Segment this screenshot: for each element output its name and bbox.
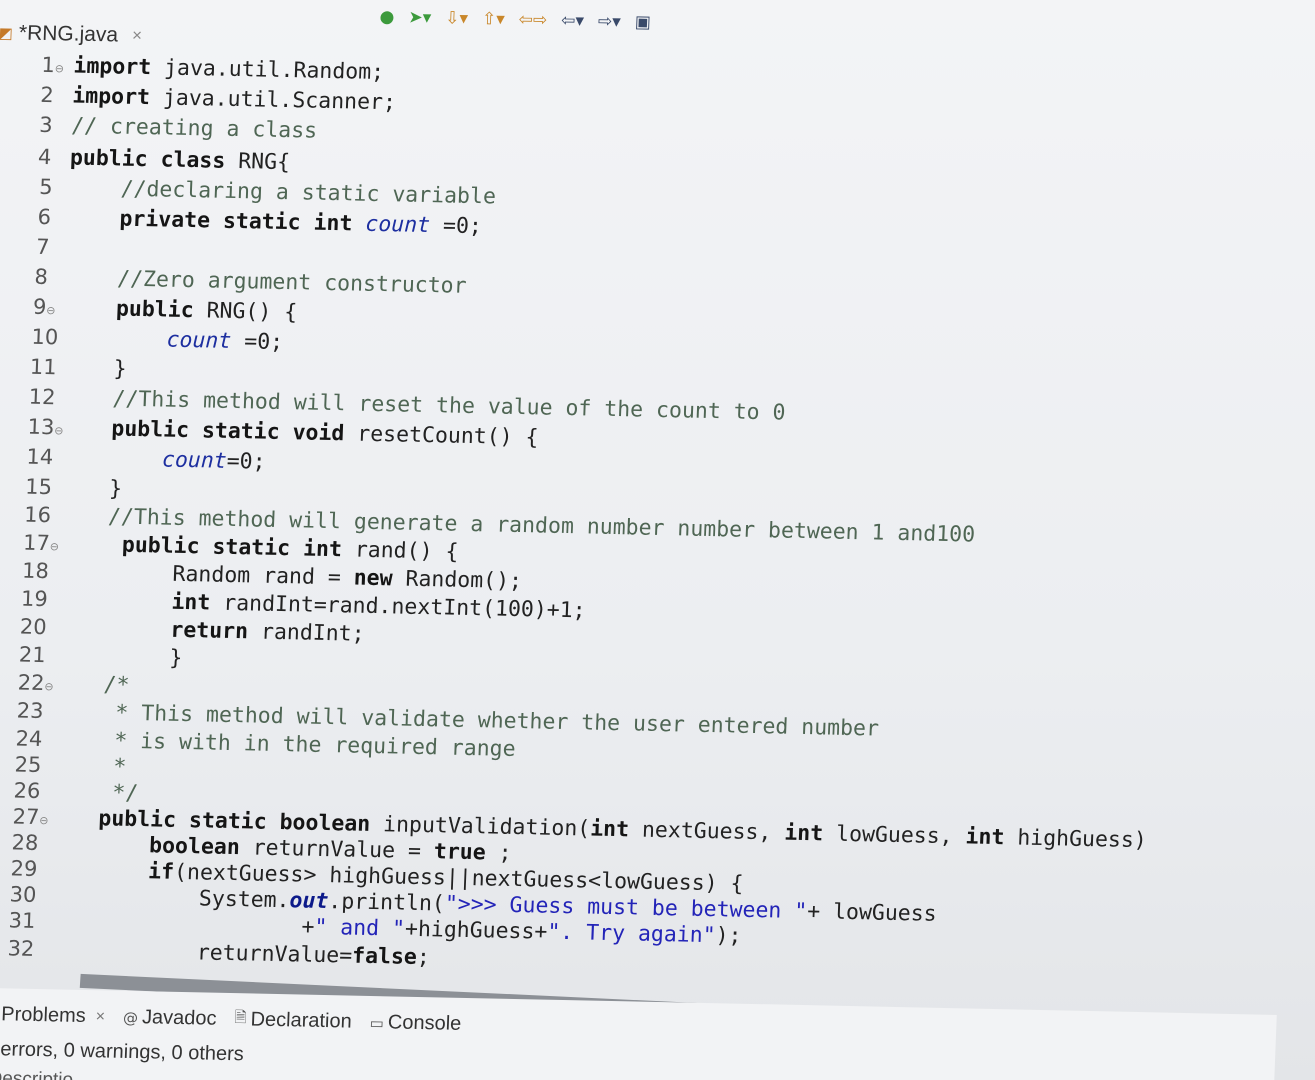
- code-text: //declaring a static variable: [68, 175, 497, 210]
- code-text: import java.util.Scanner;: [71, 83, 397, 116]
- back-icon[interactable]: ⇦▾: [561, 11, 585, 31]
- fold-marker-icon[interactable]: ⊖: [55, 62, 65, 75]
- run-icon[interactable]: ●: [379, 7, 395, 27]
- editor-tab-close-icon[interactable]: ×: [132, 26, 143, 46]
- toolbar: ● ➤▾ ⇩▾ ⇧▾ ⇦⇨ ⇦▾ ⇨▾ ▣: [379, 4, 651, 36]
- code-text: *: [48, 753, 127, 780]
- description-column-header[interactable]: Descriptio: [0, 1068, 73, 1080]
- code-text: private static int count =0;: [118, 206, 483, 240]
- external-tools-icon[interactable]: ➤▾: [408, 8, 432, 28]
- tab-console[interactable]: ▭ Console: [369, 1011, 461, 1036]
- code-text: }: [61, 355, 128, 382]
- tab-console-label: Console: [387, 1011, 462, 1035]
- tab-javadoc[interactable]: @ Javadoc: [123, 1006, 217, 1031]
- problems-summary: 5 errors, 0 warnings, 0 others: [0, 1037, 245, 1066]
- code-text: count=0;: [161, 447, 267, 475]
- tab-declaration[interactable]: 🗎 Declaration: [234, 1007, 352, 1034]
- ide-content: ● ➤▾ ⇩▾ ⇧▾ ⇦⇨ ⇦▾ ⇨▾ ▣ ◩ *RNG.java × 1⊖ im…: [0, 0, 1315, 1080]
- console-icon: ▭: [369, 1013, 385, 1032]
- editor-tab[interactable]: ◩ *RNG.java ×: [0, 18, 143, 51]
- code-text: count =0;: [166, 327, 284, 355]
- code-text: }: [56, 475, 123, 502]
- code-text: /*: [51, 671, 130, 698]
- panel-tab-bar: ▤ Problems × @ Javadoc 🗎 Declaration ▭ C…: [0, 1002, 462, 1037]
- tab-javadoc-label: Javadoc: [141, 1006, 217, 1030]
- java-file-icon: ◩: [0, 23, 14, 43]
- line-number: 7: [35, 234, 50, 260]
- code-text: }: [52, 643, 183, 671]
- code-text: import java.util.Random;: [73, 53, 385, 86]
- code-text: //Zero argument constructor: [64, 265, 468, 299]
- tab-problems-label: Problems: [0, 1003, 87, 1028]
- code-text: returnValue=false;: [41, 937, 431, 971]
- code-text: return randInt;: [169, 617, 366, 647]
- code-text: public class RNG{: [69, 145, 291, 176]
- code-text: public RNG() {: [115, 296, 298, 326]
- tab-problems-close-icon[interactable]: ×: [95, 1008, 105, 1026]
- javadoc-icon: @: [122, 1008, 139, 1027]
- code-text: // creating a class: [70, 113, 318, 144]
- declaration-icon: 🗎: [234, 1008, 248, 1027]
- previous-annotation-icon[interactable]: ⇧▾: [482, 9, 506, 29]
- code-text: */: [47, 779, 139, 807]
- code-editor[interactable]: 1⊖ import java.util.Random; 2 import java.u…: [0, 52, 1315, 1009]
- code-text: public static void resetCount() {: [110, 416, 539, 451]
- last-edit-icon[interactable]: ⇦⇨: [518, 10, 547, 31]
- editor-tab-title: *RNG.java: [18, 21, 119, 47]
- pin-editor-icon[interactable]: ▣: [634, 12, 651, 32]
- next-annotation-icon[interactable]: ⇩▾: [445, 8, 469, 28]
- tab-declaration-label: Declaration: [250, 1008, 353, 1033]
- tab-problems[interactable]: ▤ Problems ×: [0, 1003, 106, 1029]
- ide-window: ● ➤▾ ⇩▾ ⇧▾ ⇦⇨ ⇦▾ ⇨▾ ▣ ◩ *RNG.java × 1⊖ im…: [0, 0, 1315, 1080]
- fold-marker-icon[interactable]: ⊖: [46, 304, 56, 317]
- forward-icon[interactable]: ⇨▾: [598, 12, 622, 32]
